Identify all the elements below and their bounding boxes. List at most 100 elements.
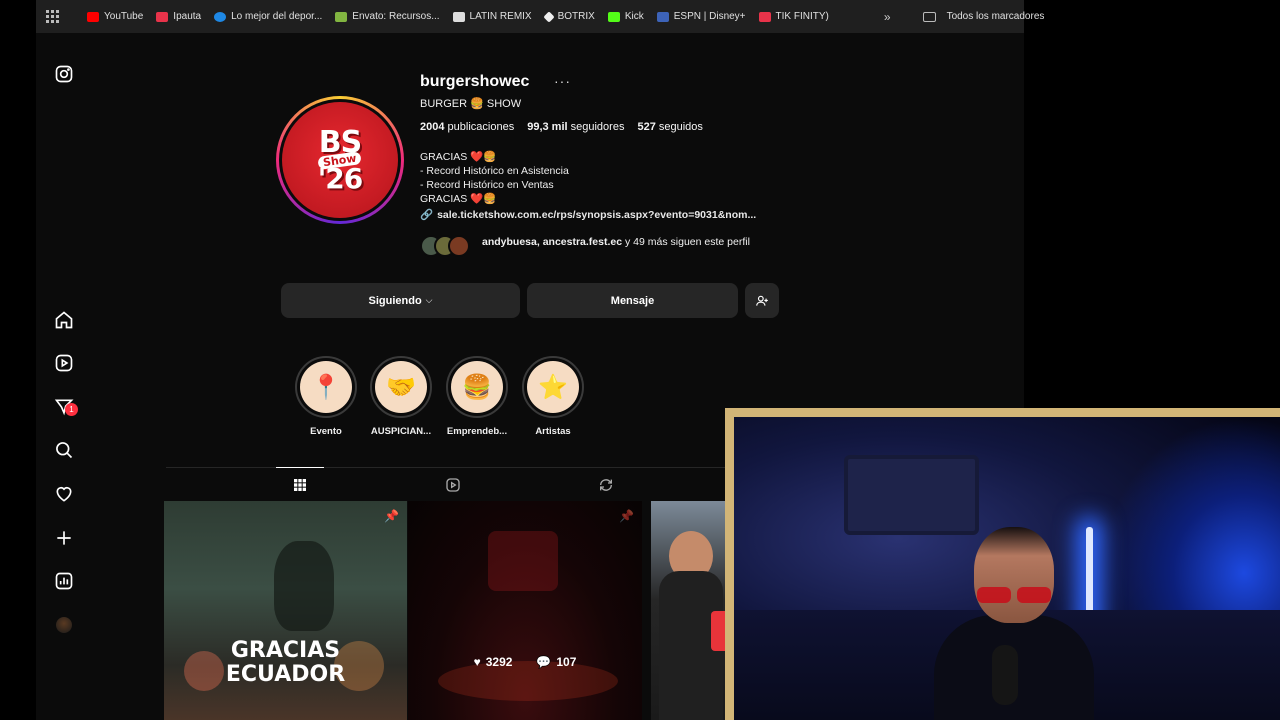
person-silhouette <box>274 541 334 631</box>
heart-filled-icon: ♥ <box>473 655 481 669</box>
followers-count[interactable]: 99,3 mil seguidores <box>527 121 624 133</box>
repost-icon <box>600 479 612 491</box>
red-sunglasses <box>970 587 1058 603</box>
profile-full-name: BURGER 🍔 SHOW <box>420 98 522 110</box>
message-button-label: Mensaje <box>610 294 655 307</box>
apps-grid-icon[interactable] <box>46 10 59 24</box>
tab-reposts[interactable] <box>582 468 630 502</box>
profile-link[interactable]: 🔗 sale.ticketshow.com.ec/rps/synopsis.as… <box>420 208 757 222</box>
reels-icon[interactable] <box>52 351 76 375</box>
highlight-auspiciantes[interactable]: 🤝 AUSPICIAN... <box>369 356 433 437</box>
bookmark-label: TIK FINITY) <box>775 11 829 22</box>
likes-count: ♥ 3292 <box>473 655 513 669</box>
search-icon[interactable] <box>52 438 76 462</box>
highlight-ring: 📍 <box>295 356 357 418</box>
highlight-evento[interactable]: 📍 Evento <box>294 356 358 437</box>
bookmark-youtube[interactable]: YouTube <box>87 11 143 22</box>
bookmark-label: Todos los marcadores <box>946 11 1045 22</box>
profile-avatar[interactable] <box>52 613 76 637</box>
avatar <box>448 235 470 257</box>
following-count[interactable]: 527 seguidos <box>637 121 702 133</box>
stage-logo <box>488 531 558 591</box>
message-button[interactable]: Mensaje <box>527 283 738 318</box>
notification-badge: 1 <box>65 403 78 416</box>
tikfinity-icon <box>758 11 771 22</box>
screen: YouTube Ipauta Lo mejor del depor... Env… <box>0 0 1280 720</box>
highlight-label: Artistas <box>535 426 571 437</box>
youtube-icon <box>87 11 99 22</box>
mutual-followers-avatars <box>420 235 470 257</box>
bookmark-latin-remix[interactable]: LATIN REMIX <box>452 11 532 22</box>
bookmark-label: Kick <box>624 11 644 22</box>
bookmark-ipauta[interactable]: Ipauta <box>156 11 201 22</box>
burger-show-logo: BS Show '26 <box>282 102 398 218</box>
highlight-artistas[interactable]: ⭐ Artistas <box>521 356 585 437</box>
streamer-head <box>974 527 1054 623</box>
location-pin-icon: 📍 <box>300 361 352 413</box>
tab-posts[interactable] <box>276 467 324 501</box>
bookmark-envato[interactable]: Envato: Recursos... <box>335 11 440 22</box>
bio-line: - Record Histórico en Ventas <box>420 179 554 191</box>
posts-count: 2004 publicaciones <box>420 121 515 133</box>
bookmark-label: YouTube <box>104 11 144 22</box>
avatar <box>56 617 72 633</box>
bookmark-label: LATIN REMIX <box>469 11 532 22</box>
webcam-overlay <box>725 408 1280 720</box>
folder-icon <box>922 11 936 22</box>
bookmark-deportes[interactable]: Lo mejor del depor... <box>214 11 322 22</box>
espn-icon <box>656 11 669 22</box>
bio-line: GRACIAS ❤️🍔 <box>420 193 497 205</box>
post-thumbnail[interactable]: 📌 ♥ 3292 💬 107 <box>408 501 642 720</box>
tab-reels[interactable] <box>429 468 477 502</box>
bookmark-label: Ipauta <box>173 11 202 22</box>
envato-icon <box>335 11 348 22</box>
wall-tv <box>844 455 979 535</box>
bookmark-label: ESPN | Disney+ <box>673 11 746 22</box>
profile-picture-frame: BS Show '26 <box>279 99 401 221</box>
reels-tab-icon <box>446 478 460 492</box>
followed-by[interactable]: andybuesa, ancestra.fest.ec y 49 más sig… <box>420 235 752 257</box>
post-thumbnail[interactable] <box>651 501 731 720</box>
all-bookmarks-folder[interactable]: Todos los marcadores <box>922 11 1045 22</box>
profile-link-text: sale.ticketshow.com.ec/rps/synopsis.aspx… <box>437 208 757 221</box>
profile-picture[interactable]: BS Show '26 <box>276 96 404 224</box>
highlight-ring: 🤝 <box>370 356 432 418</box>
side-navigation: 1 <box>36 33 92 720</box>
add-user-icon <box>756 295 768 306</box>
messenger-icon[interactable]: 1 <box>52 395 78 419</box>
post-thumbnail[interactable]: 📌 GRACIAS ECUADOR <box>164 501 407 720</box>
dashboard-icon[interactable] <box>52 569 76 593</box>
profile-tabs <box>166 467 766 501</box>
post-hover-stats: ♥ 3292 💬 107 <box>408 655 642 669</box>
link-icon: 🔗 <box>420 209 434 221</box>
bookmark-tikfinity[interactable]: TIK FINITY) <box>758 11 829 22</box>
comment-icon: 💬 <box>536 655 552 669</box>
bookmark-kick[interactable]: Kick <box>607 11 644 22</box>
instagram-logo-icon[interactable] <box>52 62 76 86</box>
star-icon: ⭐ <box>527 361 579 413</box>
botrix-icon <box>542 10 555 23</box>
bookmark-botrix[interactable]: BOTRIX <box>542 10 595 23</box>
suggest-people-button[interactable] <box>745 283 779 318</box>
highlight-emprendedores[interactable]: 🍔 Emprendeb... <box>445 356 509 437</box>
bookmarks-bar: YouTube Ipauta Lo mejor del depor... Env… <box>36 0 1044 33</box>
highlight-label: AUSPICIAN... <box>370 426 432 437</box>
microphone <box>992 645 1018 705</box>
heart-icon[interactable] <box>52 482 76 506</box>
home-icon[interactable] <box>52 308 76 332</box>
chevron-down-icon: ⌵ <box>425 295 433 305</box>
followed-by-text: andybuesa, ancestra.fest.ec y 49 más sig… <box>482 236 750 248</box>
more-bookmarks-chevron-icon[interactable]: » <box>884 10 891 24</box>
handshake-icon: 🤝 <box>375 361 427 413</box>
bookmark-espn[interactable]: ESPN | Disney+ <box>656 11 746 22</box>
kick-icon <box>607 11 620 22</box>
options-icon[interactable]: ··· <box>554 73 571 89</box>
following-button[interactable]: Siguiendo ⌵ <box>281 283 520 318</box>
highlight-label: Emprendeb... <box>446 426 508 437</box>
plus-icon[interactable] <box>52 526 76 550</box>
highlight-ring: ⭐ <box>522 356 584 418</box>
bookmark-label: BOTRIX <box>557 11 595 22</box>
profile-stats: 2004 publicaciones 99,3 mil seguidores 5… <box>420 121 703 133</box>
ipauta-icon <box>156 11 169 22</box>
comments-count: 💬 107 <box>536 655 577 669</box>
